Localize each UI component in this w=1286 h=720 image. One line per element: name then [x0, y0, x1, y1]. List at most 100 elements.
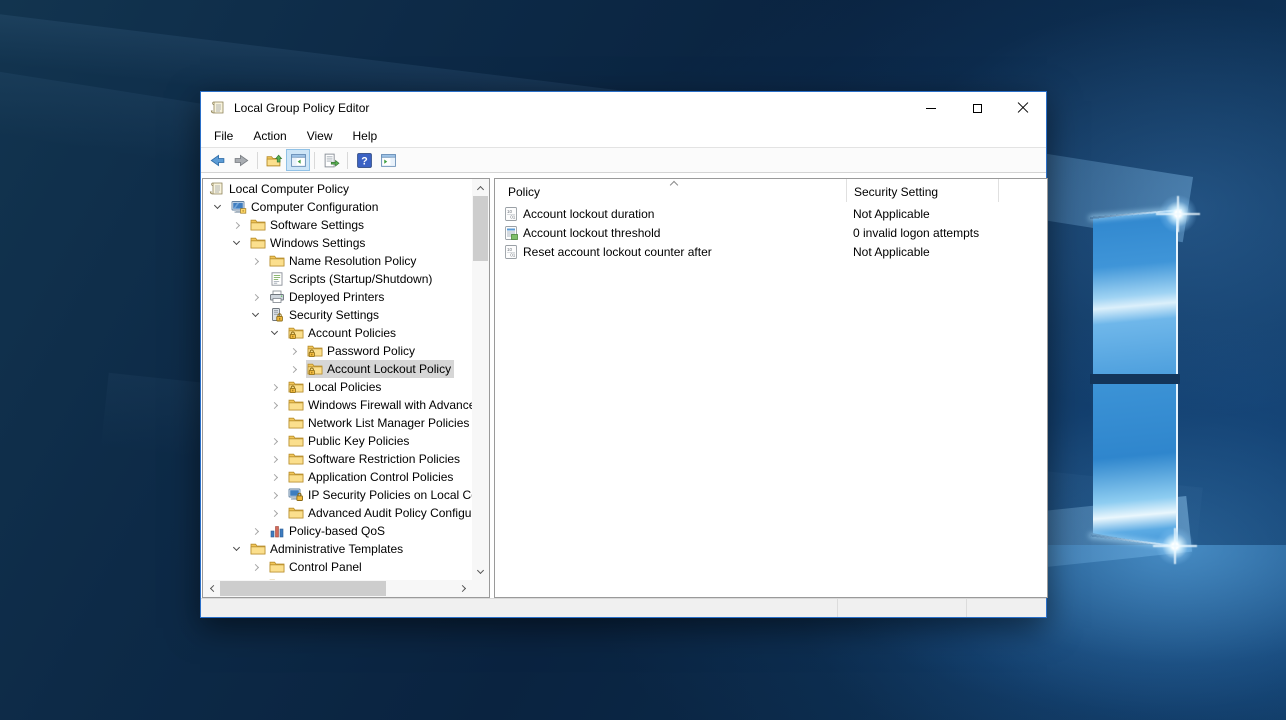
monitor-lock-icon: [288, 487, 304, 503]
minimize-button[interactable]: [908, 92, 954, 124]
list-row-account-lockout-threshold[interactable]: Account lockout threshold 0 invalid logo…: [495, 223, 1047, 242]
tree-item-advanced-audit-policy[interactable]: Advanced Audit Policy Configur: [203, 504, 472, 522]
tree-vertical-scrollbar[interactable]: [472, 179, 489, 580]
scroll-up-arrow[interactable]: [472, 179, 489, 196]
tree-item-account-lockout-policy[interactable]: Account Lockout Policy: [203, 360, 472, 378]
tree-item-computer-configuration[interactable]: Computer Configuration: [203, 198, 472, 216]
scroll-right-arrow[interactable]: [455, 580, 472, 597]
scroll-down-arrow[interactable]: [472, 563, 489, 580]
chevron-down-icon[interactable]: [268, 332, 287, 334]
chevron-right-icon[interactable]: [287, 367, 306, 372]
tree-item-windows-firewall[interactable]: Windows Firewall with Advanced: [203, 396, 472, 414]
minimize-icon: [926, 108, 936, 109]
column-header-security-setting[interactable]: Security Setting: [846, 179, 998, 202]
computer-icon: [231, 199, 247, 215]
tree-item-windows-settings[interactable]: Windows Settings: [203, 234, 472, 252]
chevron-right-icon[interactable]: [268, 493, 287, 498]
forward-icon: [233, 152, 250, 169]
list-row-reset-account-lockout-counter[interactable]: Reset account lockout counter after Not …: [495, 242, 1047, 261]
chevron-right-icon[interactable]: [249, 295, 268, 300]
tree-item-name-resolution-policy[interactable]: Name Resolution Policy: [203, 252, 472, 270]
close-icon: [1017, 102, 1029, 114]
help-button[interactable]: [352, 149, 376, 171]
tree-item-scripts[interactable]: Scripts (Startup/Shutdown): [203, 270, 472, 288]
tree-item-control-panel[interactable]: Control Panel: [203, 558, 472, 576]
show-action-pane-button[interactable]: [376, 149, 400, 171]
policy-not-defined-icon: [503, 206, 519, 222]
titlebar[interactable]: Local Group Policy Editor: [201, 92, 1046, 124]
tree-item-software-settings[interactable]: Software Settings: [203, 216, 472, 234]
chevron-right-icon[interactable]: [268, 475, 287, 480]
console-tree-panel: Local Computer Policy Computer Configura…: [202, 178, 490, 598]
back-button[interactable]: [205, 149, 229, 171]
tree-item-local-policies[interactable]: Local Policies: [203, 378, 472, 396]
tree-item-application-control-policies[interactable]: Application Control Policies: [203, 468, 472, 486]
tree-item-ip-security-policies[interactable]: IP Security Policies on Local Con: [203, 486, 472, 504]
chevron-right-icon[interactable]: [287, 349, 306, 354]
folder-lock-icon: [307, 343, 323, 359]
status-bar: [201, 598, 1046, 617]
scroll-icon: [210, 100, 226, 116]
tree-item-network-list-manager-policies[interactable]: Network List Manager Policies: [203, 414, 472, 432]
column-header-policy[interactable]: Policy: [495, 179, 846, 202]
tree-item-local-computer-policy[interactable]: Local Computer Policy: [203, 180, 472, 198]
chevron-right-icon[interactable]: [230, 223, 249, 228]
chevron-right-icon[interactable]: [268, 403, 287, 408]
tree-item-account-policies[interactable]: Account Policies: [203, 324, 472, 342]
show-console-tree-button[interactable]: [286, 149, 310, 171]
status-separator: [837, 599, 838, 617]
up-one-level-button[interactable]: [262, 149, 286, 171]
tree-item-security-settings[interactable]: Security Settings: [203, 306, 472, 324]
toolbar-separator: [257, 152, 258, 169]
export-list-button[interactable]: [319, 149, 343, 171]
chevron-down-icon[interactable]: [249, 314, 268, 316]
light-glint: [1153, 524, 1197, 568]
chevron-right-icon[interactable]: [249, 529, 268, 534]
chevron-down-icon[interactable]: [230, 242, 249, 244]
folder-icon: [288, 469, 304, 485]
menu-file[interactable]: File: [204, 126, 243, 146]
printer-icon: [269, 289, 285, 305]
menu-help[interactable]: Help: [343, 126, 388, 146]
show-action-pane-icon: [380, 152, 397, 169]
tree-item-password-policy[interactable]: Password Policy: [203, 342, 472, 360]
tree-item-deployed-printers[interactable]: Deployed Printers: [203, 288, 472, 306]
forward-button[interactable]: [229, 149, 253, 171]
up-one-level-icon: [266, 152, 283, 169]
chevron-right-icon[interactable]: [268, 511, 287, 516]
script-icon: [269, 271, 285, 287]
folder-icon: [288, 433, 304, 449]
close-button[interactable]: [1000, 92, 1046, 124]
horizontal-scroll-thumb[interactable]: [220, 581, 386, 596]
tree-item-public-key-policies[interactable]: Public Key Policies: [203, 432, 472, 450]
tree-item-software-restriction-policies[interactable]: Software Restriction Policies: [203, 450, 472, 468]
sort-ascending-icon: [670, 181, 678, 189]
policy-defined-icon: [503, 225, 519, 241]
folder-icon: [250, 235, 266, 251]
maximize-icon: [973, 104, 982, 113]
menu-view[interactable]: View: [297, 126, 343, 146]
chevron-right-icon[interactable]: [268, 457, 287, 462]
vertical-scroll-thumb[interactable]: [473, 196, 488, 261]
chevron-right-icon[interactable]: [249, 259, 268, 264]
chevron-right-icon[interactable]: [268, 439, 287, 444]
tree-item-administrative-templates[interactable]: Administrative Templates: [203, 540, 472, 558]
scroll-left-arrow[interactable]: [203, 580, 220, 597]
tree-horizontal-scrollbar[interactable]: [203, 580, 472, 597]
chart-icon: [269, 523, 285, 539]
chevron-down-icon[interactable]: [230, 548, 249, 550]
chevron-down-icon[interactable]: [211, 206, 230, 208]
menu-action[interactable]: Action: [243, 126, 296, 146]
maximize-button[interactable]: [954, 92, 1000, 124]
toolbar-separator: [347, 152, 348, 169]
folder-icon: [269, 253, 285, 269]
export-list-icon: [323, 152, 340, 169]
folder-icon: [288, 451, 304, 467]
list-row-account-lockout-duration[interactable]: Account lockout duration Not Applicable: [495, 204, 1047, 223]
column-header-empty[interactable]: [998, 179, 1047, 202]
help-icon: [356, 152, 373, 169]
tree-item-policy-based-qos[interactable]: Policy-based QoS: [203, 522, 472, 540]
chevron-right-icon[interactable]: [268, 385, 287, 390]
chevron-right-icon[interactable]: [249, 565, 268, 570]
list-header: Policy Security Setting: [495, 179, 1047, 202]
